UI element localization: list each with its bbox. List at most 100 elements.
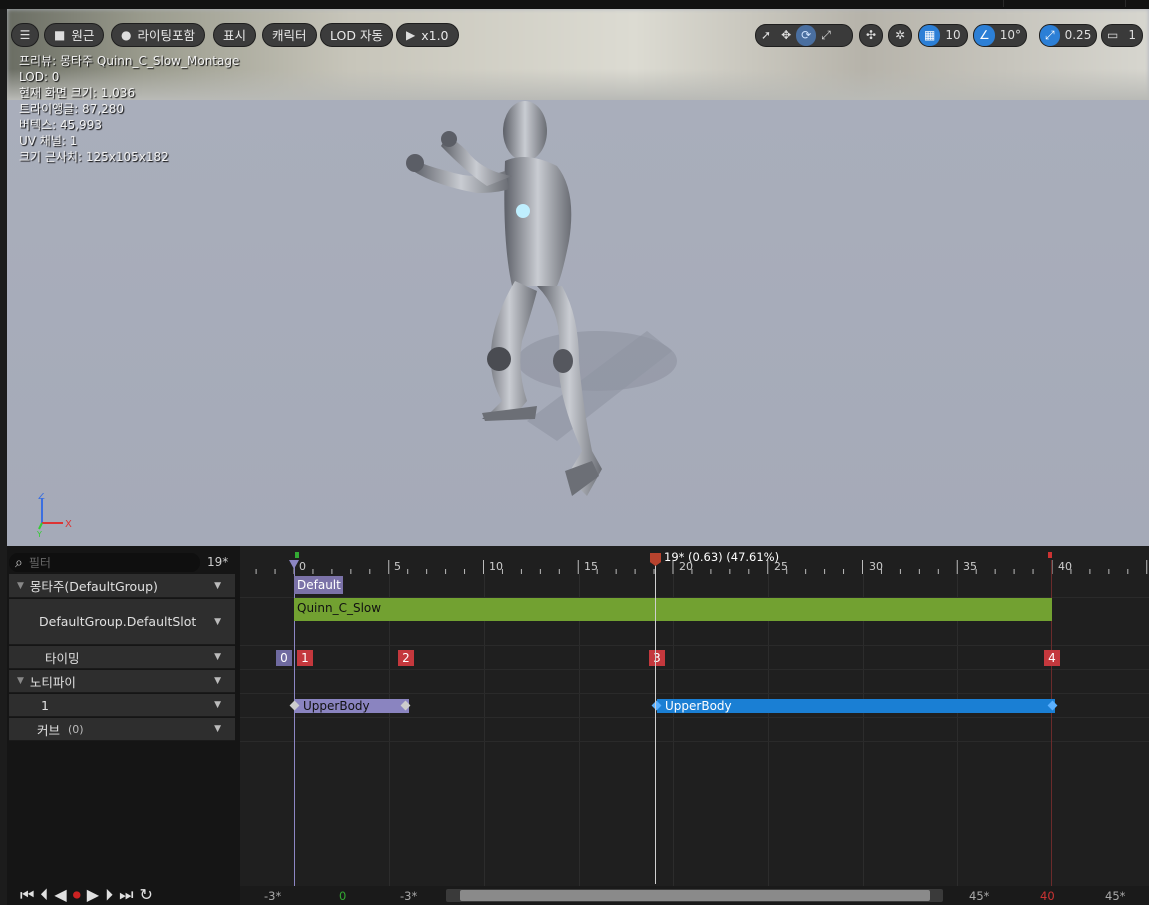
step-back-icon[interactable]: ⏴ (40, 885, 48, 905)
loop-icon[interactable]: ↻ (139, 885, 152, 904)
notify-state[interactable]: UpperBody (295, 699, 409, 713)
rotate-tool-icon[interactable]: ⟳ (796, 25, 817, 46)
timing-marker[interactable]: 1 (297, 650, 313, 666)
track-list: ⌕ 필터 19* ▼ 몽타주(DefaultGroup) ▼ DefaultGr… (7, 546, 240, 905)
curves-count: (0) (68, 722, 84, 736)
transport-controls: ⏮ ⏴ ◀ ⏺ ▶ ⏵ ⏭ ↻ (20, 884, 153, 905)
track-montage-group[interactable]: ▼ 몽타주(DefaultGroup) ▼ (9, 574, 235, 598)
notify-state-selected[interactable]: UpperBody (657, 699, 1055, 713)
timing-marker[interactable]: 2 (398, 650, 414, 666)
ruler-label: 0 (299, 560, 306, 573)
chevron-down-icon[interactable]: ▼ (214, 581, 221, 591)
scale-tool-icon[interactable]: ⤢ (816, 25, 836, 46)
perspective-label: 원근 (71, 27, 95, 43)
surface-snap-button[interactable]: ✲ (888, 24, 912, 47)
play-rate-button[interactable]: ▶ x1.0 (396, 23, 459, 47)
camera-speed-button[interactable]: ▭ 1 (1101, 24, 1143, 47)
tab[interactable] (893, 0, 1004, 7)
vertices-stat: 버텍스: 45,993 (19, 118, 102, 132)
left-edge (0, 9, 7, 905)
chevron-down-icon[interactable]: ▼ (214, 724, 221, 734)
show-button[interactable]: 표시 (213, 23, 257, 47)
working-range-start[interactable]: 0 (339, 889, 346, 903)
track-slot[interactable]: DefaultGroup.DefaultSlot ▼ (9, 599, 235, 645)
timeline-bottom-bar: -3* 0 -3* 45* 40 45* (240, 886, 1149, 905)
track-notify-1[interactable]: 1 ▼ (9, 694, 235, 717)
collapse-arrow-icon[interactable]: ▼ (17, 676, 24, 686)
track-curves[interactable]: 커브 (0) ▼ (9, 718, 235, 741)
timing-label: 타이밍 (45, 650, 80, 666)
view-range-start[interactable]: -3* (264, 889, 281, 903)
angle-snap-button[interactable]: ∠ 10° (973, 24, 1027, 47)
scale-snap-button[interactable]: ⤢ 0.25 (1039, 24, 1097, 47)
slot-label: DefaultGroup.DefaultSlot (39, 614, 197, 629)
collapse-arrow-icon[interactable]: ▼ (17, 581, 24, 591)
lod-button[interactable]: LOD 자동 (320, 23, 393, 47)
timing-marker[interactable]: 3 (649, 650, 665, 666)
sphere-icon: ● (121, 27, 132, 42)
step-forward-icon[interactable]: ⏵ (105, 885, 113, 905)
playhead-line (655, 554, 656, 884)
play-forward-icon[interactable]: ▶ (87, 885, 99, 904)
timeline-area[interactable]: 0 5 10 15 20 25 30 35 40 Default Quinn_C… (240, 546, 1149, 886)
scale-snap-icon: ⤢ (1040, 25, 1060, 46)
ruler-label: 35 (963, 560, 977, 573)
grid-snap-button[interactable]: ▦ 10 (918, 24, 968, 47)
ruler-label: 10 (489, 560, 503, 573)
snap-icon: ✲ (894, 28, 906, 42)
axis-y-label: Y (37, 530, 42, 539)
lane-divider (240, 645, 1149, 646)
preview-viewport[interactable]: ☰ ■ 원근 ● 라이팅포함 표시 캐릭터 LOD 자동 ▶ x1.0 ➚ ✥ … (7, 9, 1149, 546)
chevron-down-icon[interactable]: ▼ (214, 700, 221, 710)
editor-tab-strip (0, 0, 1149, 9)
montage-editor-panel: ⌕ 필터 19* ▼ 몽타주(DefaultGroup) ▼ DefaultGr… (7, 546, 1149, 905)
ruler-label: 30 (869, 560, 883, 573)
track-notifies[interactable]: ▼ 노티파이 ▼ (9, 670, 235, 693)
axis-x-label: X (65, 519, 72, 530)
angle-snap-value: 10° (999, 28, 1022, 42)
menu-button[interactable]: ☰ (11, 23, 39, 47)
move-tool-icon[interactable]: ✥ (776, 25, 796, 46)
search-icon: ⌕ (15, 554, 23, 571)
anim-segment[interactable]: Quinn_C_Slow (294, 598, 1052, 621)
camera-icon: ▭ (1107, 28, 1119, 42)
axis-z-label: Z (38, 493, 45, 502)
montage-section[interactable]: Default (294, 576, 343, 594)
working-range-end[interactable]: 40 (1040, 889, 1055, 903)
axis-gizmo: Z X Y (37, 493, 72, 539)
timing-marker[interactable]: 0 (276, 650, 292, 666)
world-local-button[interactable]: ✣ (859, 24, 883, 47)
curves-label: 커브 (37, 722, 61, 738)
playback-range-end[interactable]: 45* (969, 889, 989, 903)
chevron-down-icon[interactable]: ▼ (214, 652, 221, 662)
notify-track-label: 1 (41, 697, 49, 713)
view-range-end[interactable]: 45* (1105, 889, 1125, 903)
track-timing[interactable]: 타이밍 ▼ (9, 646, 235, 669)
lod-label: LOD 자동 (330, 27, 383, 43)
skip-to-end-icon[interactable]: ⏭ (119, 885, 133, 905)
screen-size-stat: 현재 화면 크기: 1.036 (19, 86, 136, 100)
start-flag (295, 552, 299, 558)
scrollbar-thumb[interactable] (460, 890, 930, 901)
timing-marker[interactable]: 4 (1044, 650, 1060, 666)
filter-input[interactable]: ⌕ 필터 (9, 553, 200, 572)
scale-snap-value: 0.25 (1064, 28, 1092, 42)
perspective-button[interactable]: ■ 원근 (44, 23, 105, 47)
start-marker[interactable] (289, 560, 299, 569)
chevron-down-icon[interactable]: ▼ (214, 676, 221, 686)
lane-divider (240, 741, 1149, 742)
character-button[interactable]: 캐릭터 (262, 23, 317, 47)
record-icon[interactable]: ⏺ (73, 885, 81, 905)
lod-stat: LOD: 0 (19, 70, 60, 84)
timeline-scrollbar[interactable] (446, 889, 943, 902)
play-reverse-icon[interactable]: ◀ (54, 885, 66, 904)
chevron-down-icon[interactable]: ▼ (214, 617, 221, 627)
playback-range-start[interactable]: -3* (400, 889, 417, 903)
tab[interactable] (1005, 0, 1126, 7)
select-tool-icon[interactable]: ➚ (756, 25, 776, 46)
lane-divider (240, 717, 1149, 718)
play-icon: ▶ (406, 27, 416, 42)
ruler-label: 15 (584, 560, 598, 573)
skip-to-start-icon[interactable]: ⏮ (20, 885, 34, 905)
lighting-button[interactable]: ● 라이팅포함 (111, 23, 205, 47)
